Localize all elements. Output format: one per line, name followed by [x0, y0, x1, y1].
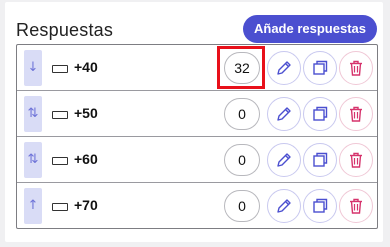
edit-button[interactable]: [267, 51, 301, 85]
delete-button[interactable]: [339, 51, 373, 85]
duplicate-icon: [313, 106, 328, 121]
duplicate-icon: [313, 60, 328, 75]
answers-panel: Respuestas Añade respuestas ↓ +40 32 ⇅ +…: [5, 2, 383, 242]
add-answers-button[interactable]: Añade respuestas: [243, 15, 377, 43]
pencil-icon: [277, 61, 291, 75]
trash-icon: [350, 60, 362, 76]
sort-handle[interactable]: ⇅: [24, 96, 42, 132]
answer-count[interactable]: 0: [224, 98, 260, 130]
delete-button[interactable]: [339, 97, 373, 131]
pencil-icon: [277, 199, 291, 213]
keyboard-icon: [52, 157, 68, 165]
answer-count[interactable]: 0: [224, 144, 260, 176]
edit-button[interactable]: [267, 97, 301, 131]
sort-handle[interactable]: ↓: [24, 50, 42, 86]
pencil-icon: [277, 107, 291, 121]
answer-count[interactable]: 0: [224, 190, 260, 222]
edit-button[interactable]: [267, 189, 301, 223]
keyboard-icon: [52, 65, 68, 73]
trash-icon: [350, 152, 362, 168]
duplicate-button[interactable]: [303, 189, 337, 223]
sort-handle[interactable]: ⇅: [24, 142, 42, 178]
trash-icon: [350, 198, 362, 214]
answer-label: +40: [74, 59, 98, 75]
pencil-icon: [277, 153, 291, 167]
trash-icon: [350, 106, 362, 122]
answer-row: ⇅ +60 0: [17, 137, 377, 183]
answer-row: ↑ +70 0: [17, 183, 377, 228]
delete-button[interactable]: [339, 143, 373, 177]
answer-label: +60: [74, 151, 98, 167]
duplicate-icon: [313, 152, 328, 167]
answers-list: ↓ +40 32 ⇅ +50 0 ⇅ +60 0 ↑ +70 0: [16, 44, 378, 229]
highlight-box: [217, 46, 265, 89]
answer-row: ↓ +40 32: [17, 45, 377, 91]
keyboard-icon: [52, 111, 68, 119]
answer-label: +70: [74, 197, 98, 213]
sort-handle[interactable]: ↑: [24, 188, 42, 224]
delete-button[interactable]: [339, 189, 373, 223]
answer-row: ⇅ +50 0: [17, 91, 377, 137]
keyboard-icon: [52, 203, 68, 211]
duplicate-button[interactable]: [303, 97, 337, 131]
section-title: Respuestas: [16, 20, 114, 40]
answer-label: +50: [74, 105, 98, 121]
duplicate-button[interactable]: [303, 143, 337, 177]
edit-button[interactable]: [267, 143, 301, 177]
duplicate-icon: [313, 198, 328, 213]
duplicate-button[interactable]: [303, 51, 337, 85]
